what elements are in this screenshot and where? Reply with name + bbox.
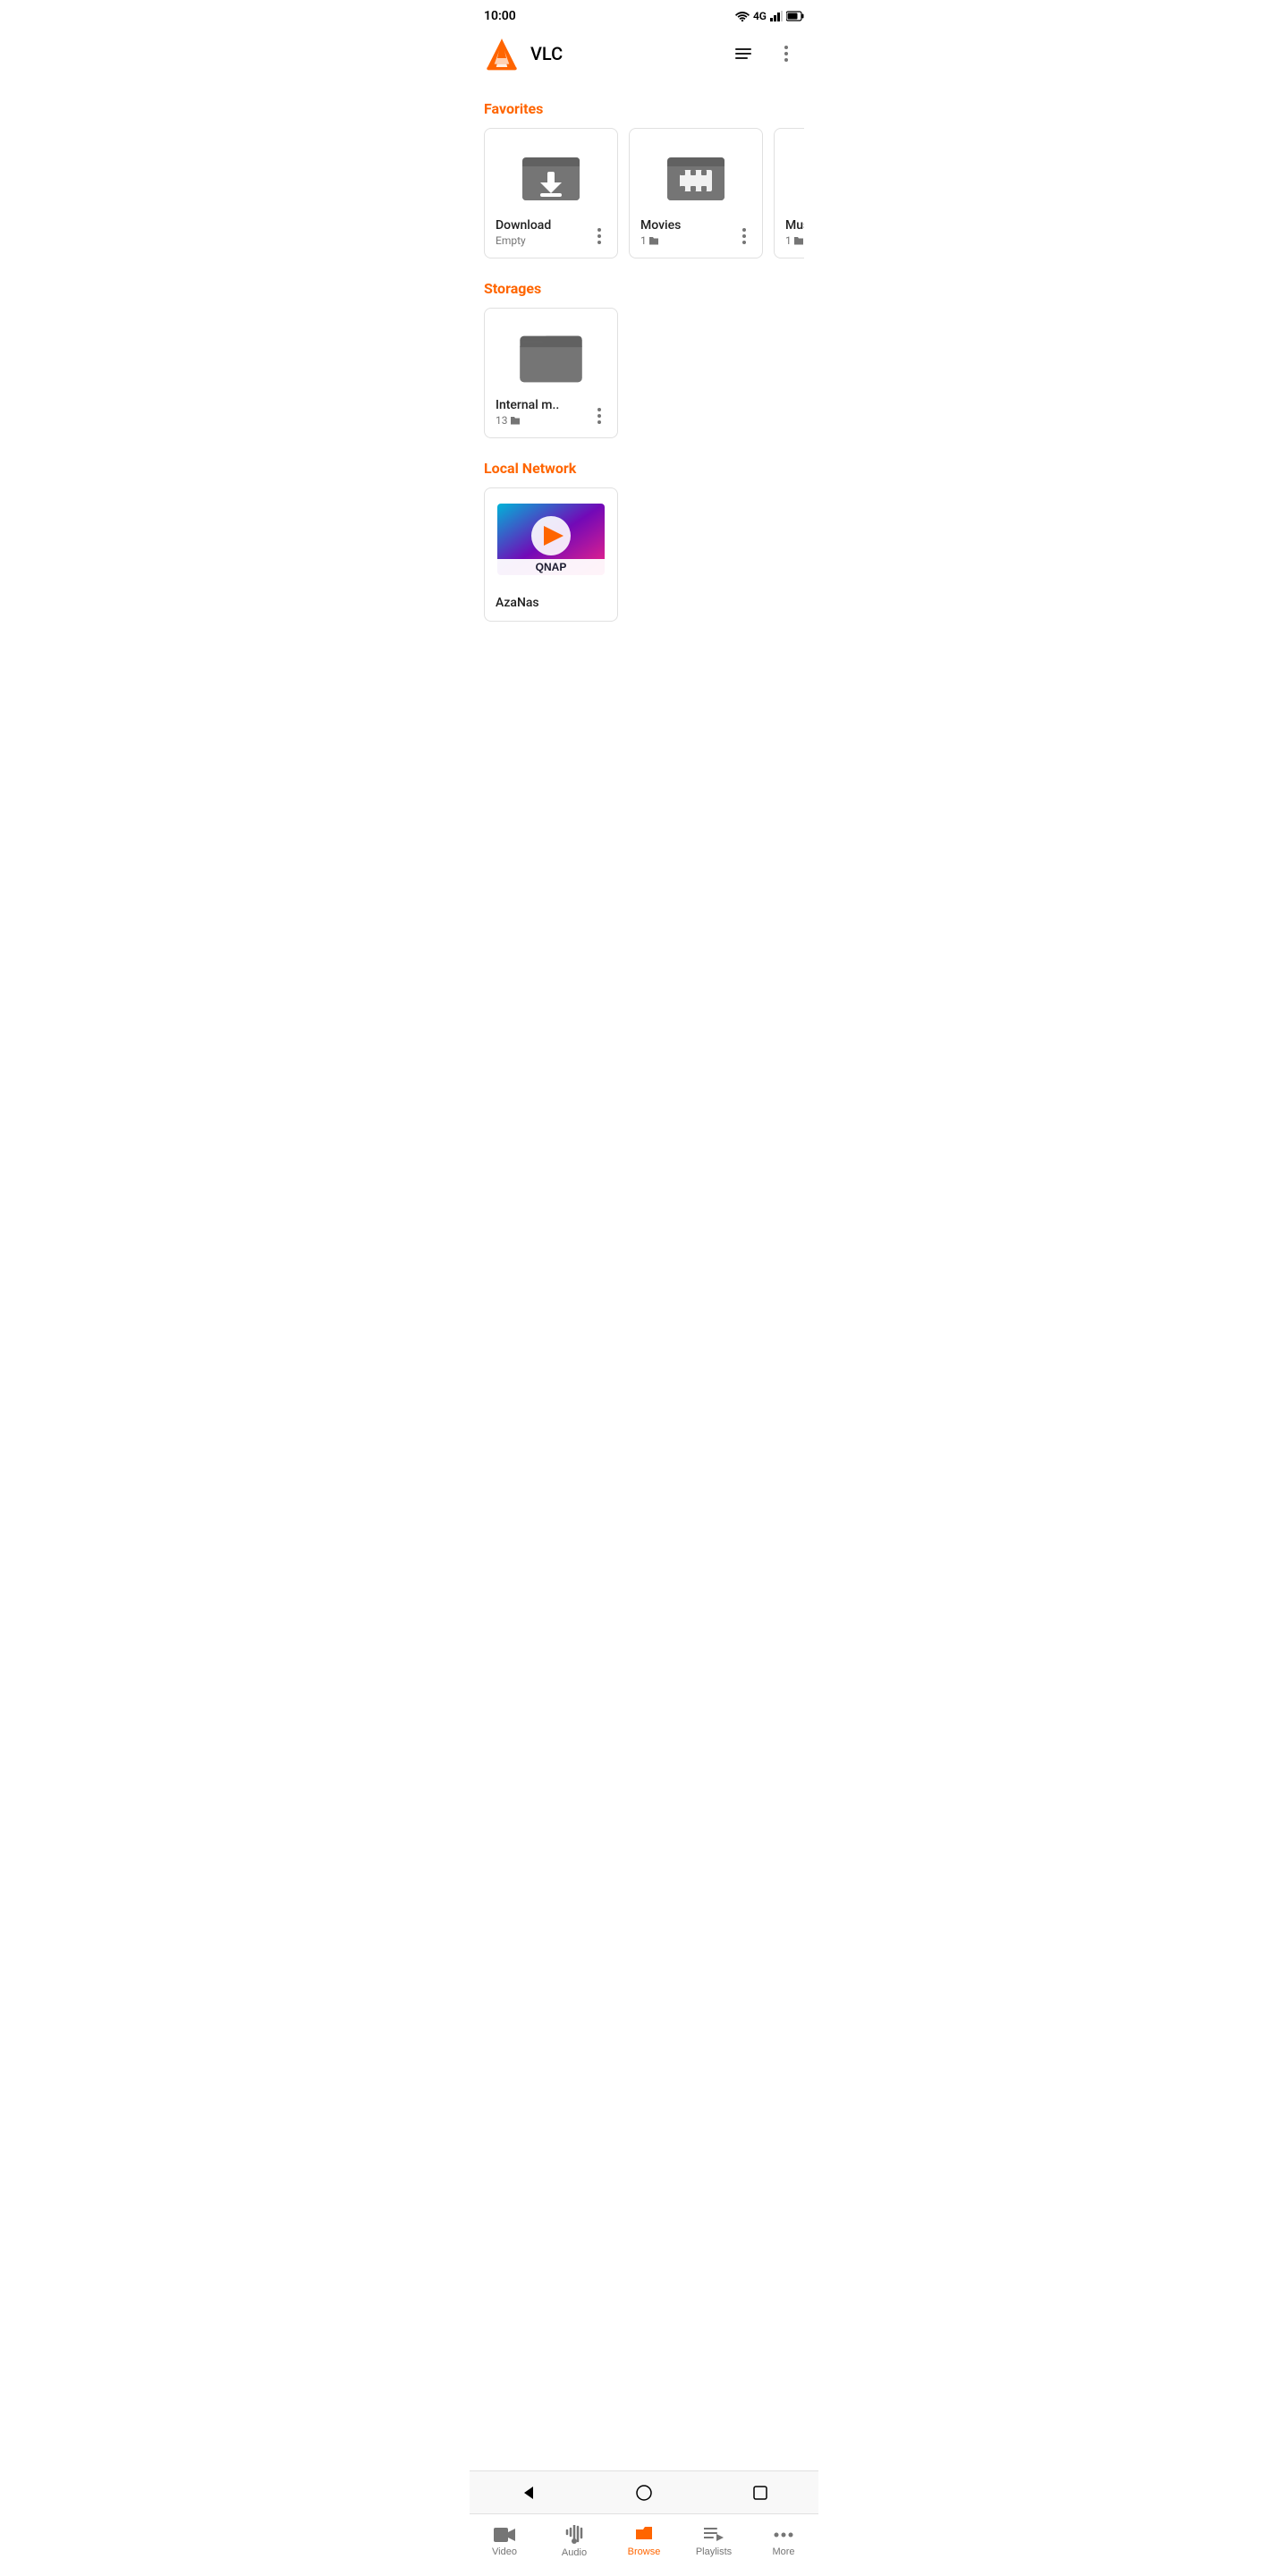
movies-folder-icon: [664, 143, 728, 208]
storages-section-header: Storages: [484, 280, 804, 297]
playlists-nav-icon: [704, 2526, 724, 2544]
video-nav-icon: [494, 2526, 515, 2544]
back-button[interactable]: [510, 2475, 546, 2511]
download-folder-icon: [519, 143, 583, 208]
more-options-button[interactable]: [768, 36, 804, 72]
download-folder-more-button[interactable]: [585, 222, 614, 250]
vlc-logo: [484, 36, 520, 72]
folder-count-icon-2: [793, 235, 804, 246]
more-nav-icon: [774, 2526, 793, 2544]
local-network-row: QNAP AzaNas: [484, 487, 804, 629]
nav-browse-button[interactable]: Browse: [617, 2522, 671, 2561]
download-folder-icon-wrap: [515, 140, 587, 211]
status-time: 10:00: [484, 9, 516, 23]
status-bar: 10:00 4G: [470, 0, 818, 29]
internal-folder-icon: [515, 319, 587, 391]
nav-playlists-button[interactable]: Playlists: [687, 2522, 741, 2561]
download-more-icon: [597, 228, 601, 244]
favorites-row: Download Empty: [484, 128, 804, 266]
wifi-icon: [735, 11, 750, 21]
list-view-button[interactable]: [725, 36, 761, 72]
app-title: VLC: [530, 43, 725, 64]
music-folder-name: Music: [785, 218, 804, 233]
music-folder-card[interactable]: Music 1: [774, 128, 804, 258]
internal-folder-more-button[interactable]: [585, 402, 614, 430]
status-icons: 4G: [735, 10, 804, 22]
signal-label: 4G: [753, 10, 767, 22]
movies-folder-card[interactable]: Movies 1: [629, 128, 763, 258]
browse-nav-label: Browse: [628, 2546, 661, 2557]
azanas-card[interactable]: QNAP AzaNas: [484, 487, 618, 622]
audio-nav-icon: [565, 2525, 583, 2545]
recents-icon: [752, 2485, 768, 2501]
nav-video-button[interactable]: Video: [478, 2522, 531, 2561]
more-options-icon: [784, 46, 788, 62]
azanas-name: AzaNas: [496, 596, 606, 610]
app-bar: VLC: [470, 29, 818, 79]
main-content: Favorites Download Empty: [470, 79, 818, 2576]
recents-button[interactable]: [742, 2475, 778, 2511]
internal-more-icon: [597, 408, 601, 424]
internal-folder-icon-wrap: [515, 319, 587, 391]
storages-row: Internal m.. 13: [484, 308, 804, 445]
home-icon: [636, 2485, 652, 2501]
list-view-icon: [735, 48, 751, 59]
qnap-icon-wrap: QNAP: [497, 499, 605, 589]
playlists-nav-label: Playlists: [696, 2546, 732, 2557]
nav-more-button[interactable]: More: [757, 2522, 810, 2561]
folder-count-icon: [648, 235, 659, 246]
qnap-logo: QNAP: [497, 504, 605, 584]
folder-count-icon-3: [510, 415, 521, 426]
local-network-section-header: Local Network: [484, 460, 804, 477]
signal-icon: [770, 11, 783, 21]
system-nav-bar: [470, 2470, 818, 2513]
movies-more-icon: [742, 228, 746, 244]
svg-text:QNAP: QNAP: [536, 561, 567, 573]
internal-folder-card[interactable]: Internal m.. 13: [484, 308, 618, 438]
bottom-nav: Video Audio Browse Playlists: [470, 2513, 818, 2576]
home-button[interactable]: [626, 2475, 662, 2511]
video-nav-label: Video: [492, 2546, 517, 2557]
download-folder-card[interactable]: Download Empty: [484, 128, 618, 258]
browse-nav-icon: [634, 2526, 654, 2544]
audio-nav-label: Audio: [562, 2547, 587, 2558]
app-bar-actions: [725, 36, 804, 72]
music-folder-sub: 1: [785, 234, 804, 247]
back-icon: [520, 2485, 536, 2501]
movies-folder-more-button[interactable]: [730, 222, 758, 250]
favorites-section-header: Favorites: [484, 100, 804, 117]
battery-icon: [786, 11, 804, 21]
nav-audio-button[interactable]: Audio: [547, 2521, 601, 2562]
movies-folder-icon-wrap: [660, 140, 732, 211]
more-nav-label: More: [772, 2546, 794, 2557]
